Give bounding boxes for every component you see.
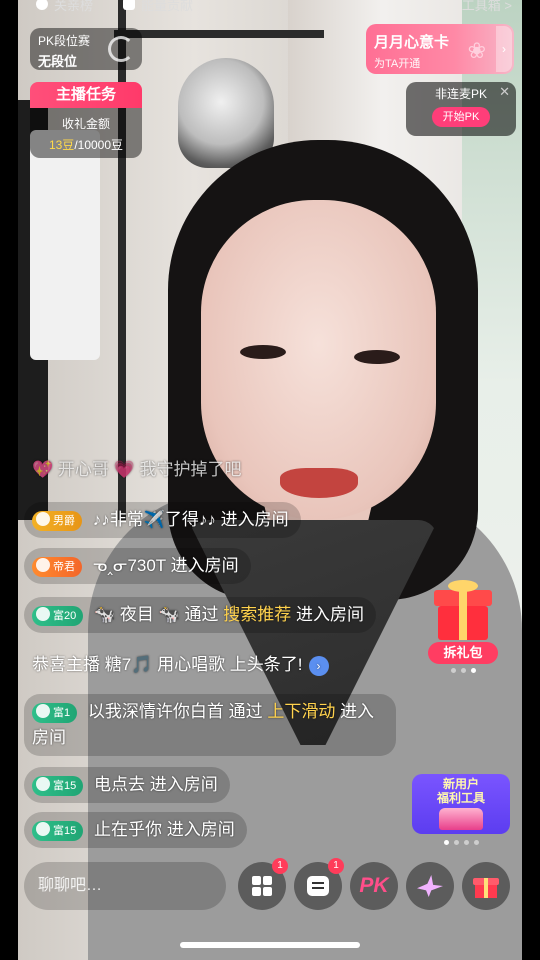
swirl-icon	[108, 36, 134, 62]
gift-pack-label: 拆礼包	[428, 642, 498, 664]
chat-user[interactable]: 止在乎你	[94, 820, 162, 839]
streamer-mouth	[280, 468, 358, 498]
chat-user[interactable]: 以我深情许你白首	[88, 702, 224, 721]
crown-icon	[36, 511, 50, 526]
paper-crane-button[interactable]	[406, 862, 454, 910]
headline-announcement[interactable]: 恭喜主播 糖7🎵 用心唱歌 上头条了! ›	[24, 647, 341, 683]
chat-message: 富15 止在乎你 进入房间	[24, 812, 247, 848]
background-rack	[118, 0, 126, 520]
heart-icon: ❀	[467, 38, 486, 63]
chat-message: 富1 以我深情许你白首 通过 上下滑动 进入房间	[24, 694, 396, 756]
top-row: 关亲榜 能量贡献 工具箱 >	[36, 0, 522, 14]
crown-icon	[36, 557, 50, 572]
monthly-title: 月月心意卡	[374, 34, 450, 51]
pk-rank-card[interactable]: PK段位赛 无段位	[30, 28, 142, 70]
apps-button[interactable]: 1	[238, 858, 288, 910]
level-badge: 帝君	[32, 556, 82, 577]
background-shirt	[30, 130, 100, 360]
home-indicator[interactable]	[180, 942, 360, 948]
streamer-task-card[interactable]: 主播任务 收礼金额 13豆/10000豆	[30, 82, 142, 158]
chat-user[interactable]: 电点去	[94, 775, 145, 794]
chat-source: 上下滑动	[267, 702, 336, 721]
pk-icon: PK	[359, 874, 389, 897]
chevron-right-icon[interactable]: ›	[496, 26, 512, 72]
streamer-eye-left	[240, 345, 286, 359]
chat-text: 进入房间	[220, 510, 289, 529]
message-icon	[307, 876, 329, 896]
chat-message: 男爵 ♪♪非常✈️了得♪♪ 进入房间	[24, 502, 301, 538]
task-current: 13豆	[48, 138, 75, 152]
tab-square-icon	[123, 0, 136, 10]
task-target: /10000豆	[74, 138, 124, 152]
chat-message: 💖 开心哥 💗 我守护掉了吧	[24, 452, 254, 488]
tab-energy[interactable]: 能量贡献	[141, 0, 193, 14]
gift-box-icon	[434, 580, 492, 640]
chat-user[interactable]: ♪♪非常✈️了得♪♪	[93, 510, 216, 529]
chat-via: 通过	[184, 605, 219, 624]
chat-text: 进入房间	[149, 775, 218, 794]
diamond-icon	[36, 606, 50, 621]
chat-user[interactable]: 🐄 夜目 🐄	[94, 605, 180, 624]
task-progress: 13豆/10000豆	[30, 136, 142, 153]
streamer-eye-right	[354, 350, 400, 364]
newbie-pager	[412, 840, 510, 845]
announcement-text: 恭喜主播 糖7🎵 用心唱歌 上头条了!	[32, 655, 303, 674]
toolbox-button[interactable]: 工具箱 >	[462, 0, 512, 14]
newbie-line1: 新用户	[442, 777, 479, 791]
chat-user[interactable]: 💖 开心哥 💗	[32, 460, 135, 479]
chat-text: 进入房间	[295, 605, 364, 624]
chat-message: 帝君 ᓀ‸ᓂ730T 进入房间	[24, 548, 251, 584]
treasure-chest-icon	[439, 808, 483, 830]
task-body: 收礼金额 13豆/10000豆	[30, 108, 142, 158]
non-linked-pk-box: 非连麦PK ✕ 开始PK	[406, 82, 516, 136]
gift-button[interactable]	[462, 862, 510, 910]
monthly-subtitle: 为TA开通	[374, 58, 421, 70]
paper-crane-icon	[417, 875, 443, 897]
tab-guanqin[interactable]: 关亲榜	[54, 0, 93, 14]
level-badge: 男爵	[32, 510, 82, 531]
chat-text: 进入房间	[170, 556, 239, 575]
wealth-badge: 富15	[32, 820, 84, 841]
chevron-right-icon: ›	[308, 655, 329, 676]
chat-text: 进入房间	[166, 820, 235, 839]
task-label: 主播任务	[30, 82, 142, 108]
task-desc: 收礼金额	[61, 117, 110, 131]
apps-badge: 1	[272, 858, 288, 874]
chat-source: 搜索推荐	[223, 605, 292, 624]
wealth-badge: 富1	[32, 702, 78, 723]
message-badge: 1	[328, 858, 344, 874]
monthly-card-banner[interactable]: 月月心意卡 为TA开通 ❀ ›	[366, 24, 514, 74]
chat-message: 富15 电点去 进入房间	[24, 767, 230, 803]
wealth-badge: 富15	[32, 775, 84, 796]
newbie-line2: 福利工具	[436, 791, 485, 805]
message-button[interactable]: 1	[294, 858, 344, 910]
gift-pack-pager	[428, 668, 498, 673]
chat-message: 富20 🐄 夜目 🐄 通过 搜索推荐 进入房间	[24, 597, 376, 633]
chat-via: 通过	[228, 702, 263, 721]
gift-pack-button[interactable]: 拆礼包	[428, 580, 498, 673]
apps-icon	[252, 876, 272, 896]
newbie-tool-banner[interactable]: 新用户 福利工具	[412, 774, 510, 834]
gift-icon	[473, 874, 499, 898]
chat-user[interactable]: ᓀ‸ᓂ730T	[93, 556, 166, 575]
pk-button[interactable]: PK	[350, 862, 398, 910]
chat-input[interactable]: 聊聊吧…	[24, 862, 226, 910]
bottom-bar: 聊聊吧… 1 1 PK	[24, 858, 516, 910]
wealth-badge: 富20	[32, 605, 84, 626]
background-rack-bar	[114, 30, 324, 38]
tab-dot-icon	[36, 0, 48, 10]
chat-text: 我守护掉了吧	[139, 460, 242, 479]
diamond-icon	[36, 703, 50, 718]
diamond-icon	[36, 821, 50, 836]
start-pk-button[interactable]: 开始PK	[432, 107, 490, 127]
close-icon[interactable]: ✕	[499, 84, 510, 100]
diamond-icon	[36, 776, 50, 791]
